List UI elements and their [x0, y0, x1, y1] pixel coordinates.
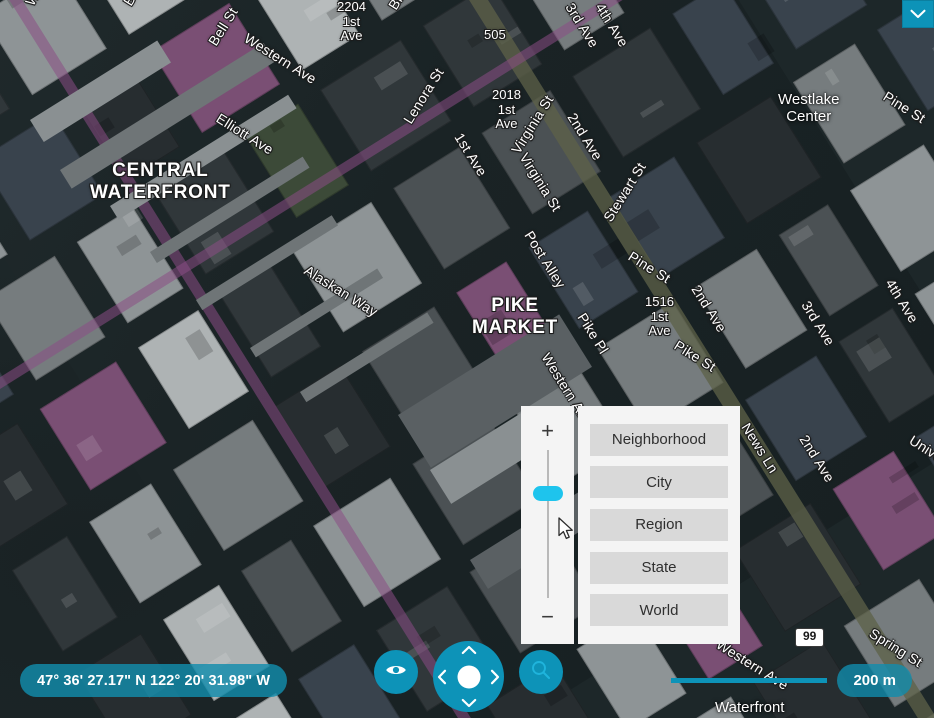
highway-shield: 99 [795, 628, 825, 647]
scale-level-state[interactable]: State [590, 551, 728, 584]
scale-level-neighborhood[interactable]: Neighborhood [590, 423, 728, 456]
pan-left-button[interactable] [437, 669, 447, 685]
zoom-track-line [546, 450, 549, 598]
chevron-up-icon [461, 645, 476, 655]
recenter-dot-icon[interactable] [457, 665, 480, 688]
collapse-panel-button[interactable] [902, 0, 934, 28]
eye-icon [385, 663, 407, 682]
scale-bar-label: 200 m [837, 664, 912, 697]
search-icon [530, 659, 552, 686]
pan-up-button[interactable] [461, 645, 477, 655]
zoom-slider-track[interactable] [532, 444, 573, 604]
zoom-out-button[interactable]: − [535, 604, 561, 630]
chevron-left-icon [437, 669, 447, 684]
scale-level-world[interactable]: World [590, 594, 728, 627]
scale-bar-line [671, 678, 827, 683]
map-canvas[interactable]: CENTRAL WATERFRONT PIKE MARKET Westlake Cente… [0, 0, 934, 718]
zoom-slider-panel[interactable]: + − [521, 406, 574, 644]
zoom-in-button[interactable]: + [535, 418, 561, 444]
scale-level-region[interactable]: Region [590, 508, 728, 541]
coordinates-display: 47° 36' 27.17" N 122° 20' 31.98" W [20, 664, 288, 697]
mouse-pointer-icon [557, 517, 575, 546]
zoom-slider-handle[interactable] [532, 486, 563, 501]
scale-levels-panel: Neighborhood City Region State World [578, 406, 740, 644]
pan-right-button[interactable] [490, 669, 500, 685]
chevron-right-icon [490, 669, 500, 684]
scale-level-city[interactable]: City [590, 466, 728, 499]
visibility-toggle-button[interactable] [374, 650, 418, 694]
city-blocks-layer [0, 0, 934, 718]
chevron-down-icon [910, 9, 926, 19]
map-application: CENTRAL WATERFRONT PIKE MARKET Westlake Cente… [0, 0, 934, 718]
chevron-down-icon [461, 698, 476, 708]
search-button[interactable] [519, 650, 563, 694]
pan-control-pad[interactable] [433, 641, 504, 712]
pan-down-button[interactable] [461, 698, 477, 708]
